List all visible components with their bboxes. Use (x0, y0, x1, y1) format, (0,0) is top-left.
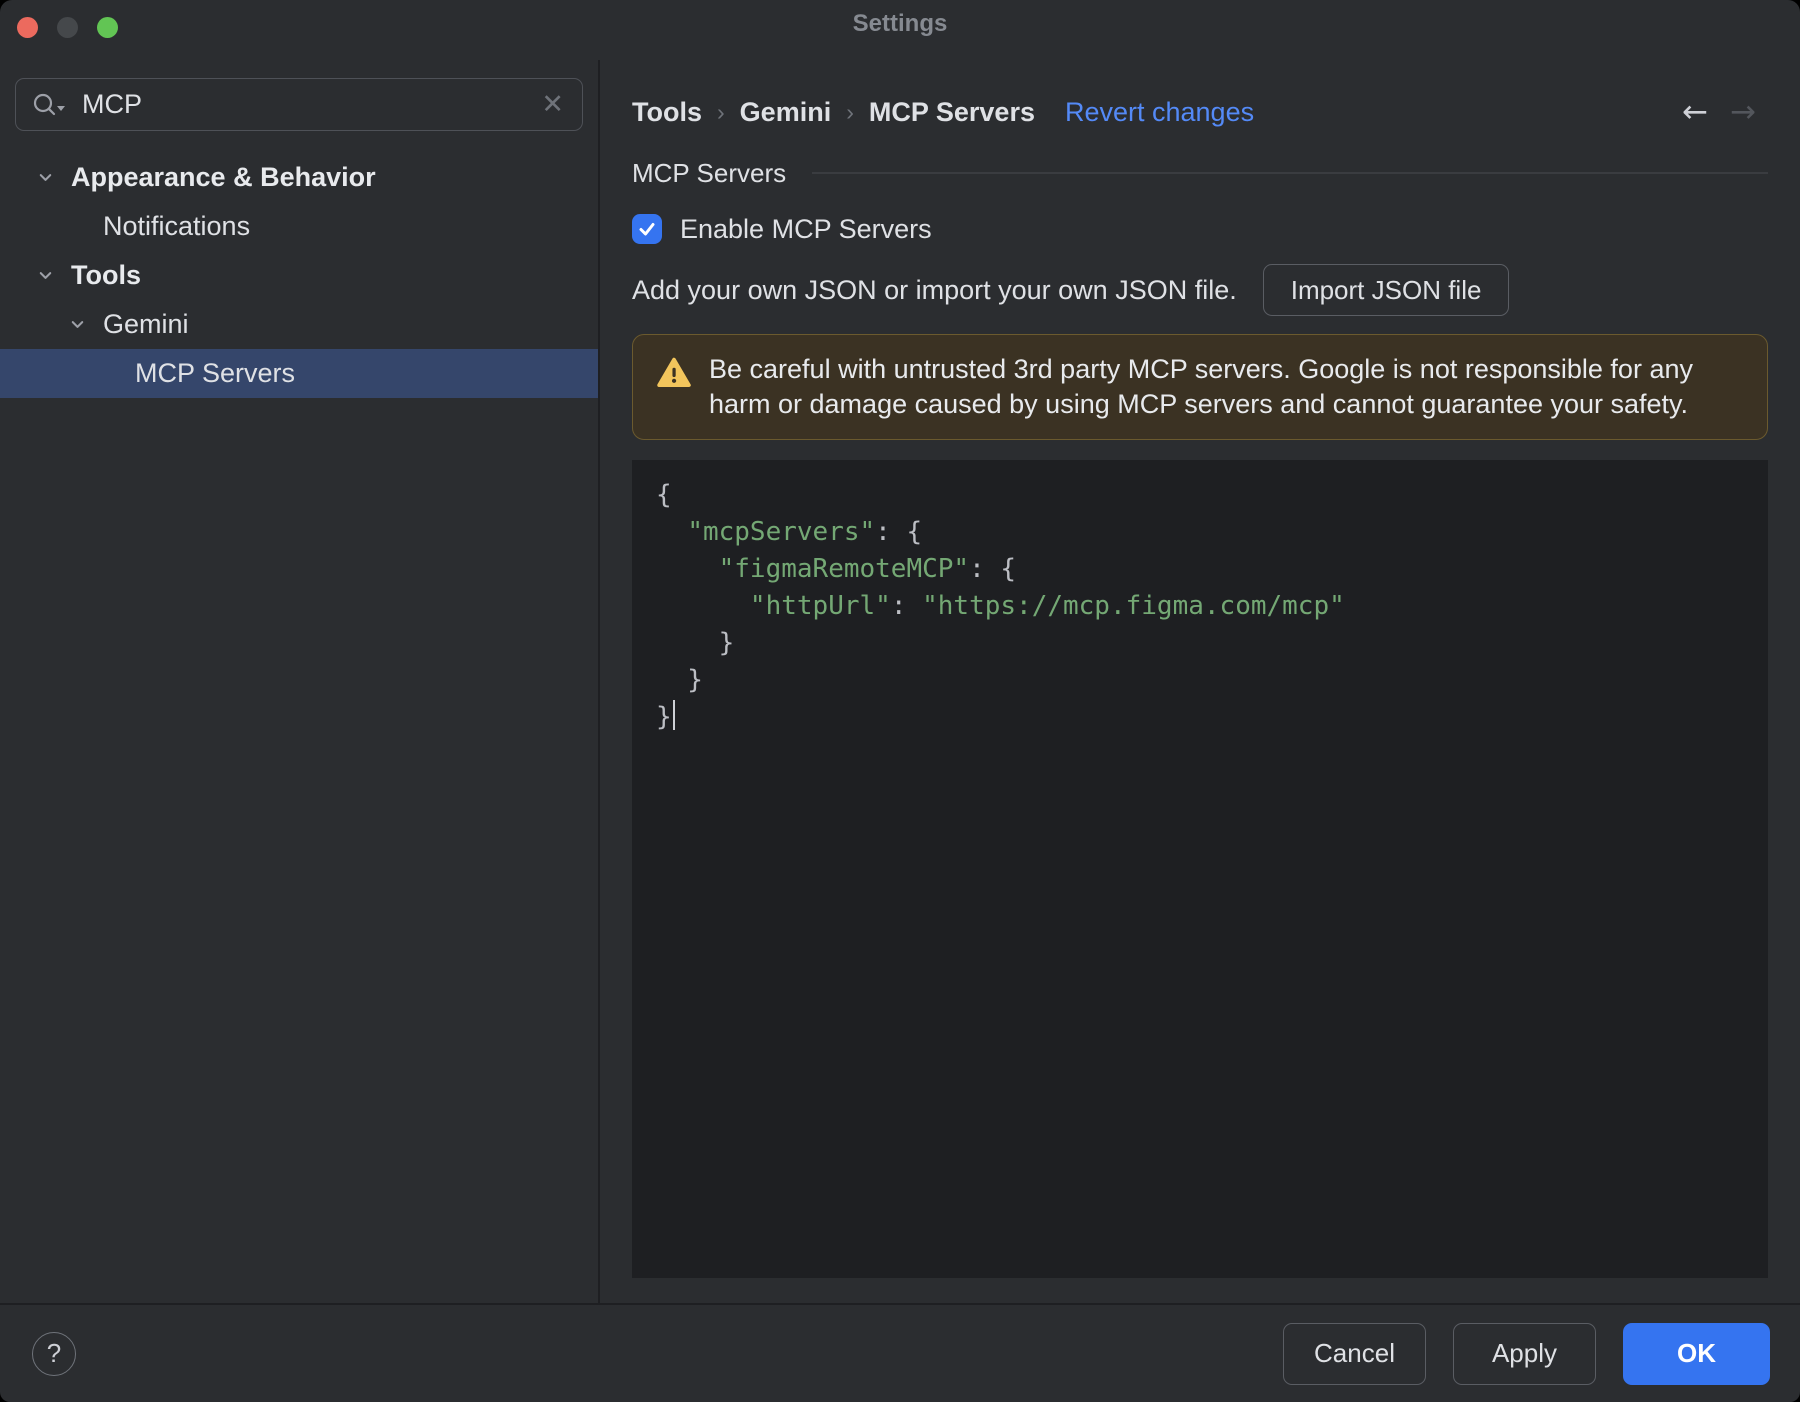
search-input[interactable] (80, 88, 530, 121)
chevron-down-icon (39, 272, 52, 279)
revert-changes-link[interactable]: Revert changes (1065, 97, 1254, 128)
chevron-slot[interactable] (36, 168, 71, 187)
code-token-punct: } (656, 665, 703, 695)
ok-button[interactable]: OK (1623, 1322, 1770, 1385)
settings-main: Tools › Gemini › MCP Servers Revert changes … (600, 60, 1800, 1303)
sidebar-item-gemini[interactable]: Gemini (0, 300, 598, 349)
sidebar-item-label: Gemini (103, 309, 189, 339)
code-token-punct: } (656, 628, 735, 658)
code-line: } (656, 625, 1744, 662)
warning-triangle-icon (657, 357, 691, 388)
code-token-punct: } (656, 702, 672, 732)
sidebar-item-appearance-behavior[interactable]: Appearance & Behavior (0, 153, 598, 202)
back-arrow-icon[interactable]: ← (1682, 94, 1708, 130)
code-line: "httpUrl": "https://mcp.figma.com/mcp" (656, 588, 1744, 625)
warning-text: Be careful with untrusted 3rd party MCP … (709, 354, 1693, 419)
footer-buttons: Cancel Apply OK (1283, 1322, 1770, 1385)
help-button[interactable]: ? (32, 1331, 76, 1376)
settings-sidebar: ✕ Appearance & Behavior Notifications Tool… (0, 60, 600, 1303)
code-line: "figmaRemoteMCP": { (656, 551, 1744, 588)
chevron-down-icon (71, 321, 84, 328)
code-token-punct: : (890, 591, 923, 621)
minimize-window-icon[interactable] (57, 17, 78, 38)
text-cursor (672, 700, 675, 730)
code-token-punct (656, 591, 750, 621)
section-title: MCP Servers (632, 157, 787, 188)
question-mark-icon: ? (46, 1338, 62, 1368)
breadcrumb-item-tools[interactable]: Tools (632, 97, 702, 128)
dialog-footer: ? Cancel Apply OK (0, 1303, 1800, 1402)
code-token-string: "figmaRemoteMCP" (718, 554, 970, 584)
breadcrumb-items: Tools › Gemini › MCP Servers (632, 97, 1035, 128)
code-line: } (656, 699, 1744, 736)
sidebar-item-notifications[interactable]: Notifications (0, 202, 598, 251)
settings-window: Settings ✕ Appearance & Behavior Notifica… (0, 0, 1800, 1402)
chevron-slot[interactable] (68, 315, 103, 334)
settings-tree: Appearance & Behavior Notifications Tools G… (0, 153, 598, 398)
code-line: "mcpServers": { (656, 514, 1744, 551)
search-box[interactable]: ✕ (15, 78, 583, 131)
code-token-punct (656, 554, 719, 584)
code-token-string: "mcpServers" (687, 517, 876, 547)
code-token-string: "https://mcp.figma.com/mcp" (922, 591, 1345, 621)
checkmark-icon (639, 223, 655, 236)
import-hint-text: Add your own JSON or import your own JSO… (632, 274, 1237, 305)
sidebar-item-label: Notifications (103, 211, 251, 241)
json-editor[interactable]: { "mcpServers": { "figmaRemoteMCP": { "h… (632, 460, 1768, 1278)
import-json-button[interactable]: Import JSON file (1262, 264, 1510, 316)
enable-mcp-row[interactable]: Enable MCP Servers (632, 212, 1768, 246)
section-header: MCP Servers (632, 156, 1768, 190)
section-divider (812, 172, 1768, 174)
code-line: { (656, 477, 1744, 514)
code-token-string: "httpUrl" (749, 591, 891, 621)
window-controls (17, 17, 118, 38)
titlebar: Settings (0, 0, 1800, 60)
sidebar-item-label: Appearance & Behavior (71, 162, 376, 192)
close-window-icon[interactable] (17, 17, 38, 38)
clear-search-icon[interactable]: ✕ (541, 91, 564, 118)
warning-banner: Be careful with untrusted 3rd party MCP … (632, 334, 1768, 440)
enable-mcp-checkbox[interactable] (632, 214, 662, 244)
import-row: Add your own JSON or import your own JSO… (632, 264, 1768, 316)
history-nav: ← → (1682, 94, 1756, 130)
breadcrumb-item-gemini[interactable]: Gemini (740, 97, 832, 128)
code-token-punct (656, 517, 687, 547)
chevron-down-icon (39, 174, 52, 181)
breadcrumb-item-mcp-servers[interactable]: MCP Servers (869, 97, 1035, 128)
code-line: } (656, 662, 1744, 699)
code-token-punct: : { (969, 554, 1017, 584)
code-token-punct: : { (875, 517, 923, 547)
breadcrumb: Tools › Gemini › MCP Servers Revert changes … (632, 92, 1768, 132)
zoom-window-icon[interactable] (97, 17, 118, 38)
sidebar-item-tools[interactable]: Tools (0, 251, 598, 300)
apply-button[interactable]: Apply (1453, 1322, 1596, 1385)
cancel-button[interactable]: Cancel (1283, 1322, 1426, 1385)
search-icon (33, 93, 65, 115)
window-title: Settings (852, 10, 948, 37)
chevron-slot[interactable] (36, 266, 71, 285)
breadcrumb-separator: › (846, 98, 854, 125)
sidebar-item-mcp-servers[interactable]: MCP Servers (0, 349, 598, 398)
forward-arrow-icon: → (1730, 94, 1756, 130)
code-token-punct: { (656, 480, 672, 510)
enable-mcp-label: Enable MCP Servers (680, 213, 932, 244)
breadcrumb-separator: › (717, 98, 725, 125)
sidebar-item-label: Tools (71, 260, 141, 290)
sidebar-item-label: MCP Servers (135, 358, 296, 388)
